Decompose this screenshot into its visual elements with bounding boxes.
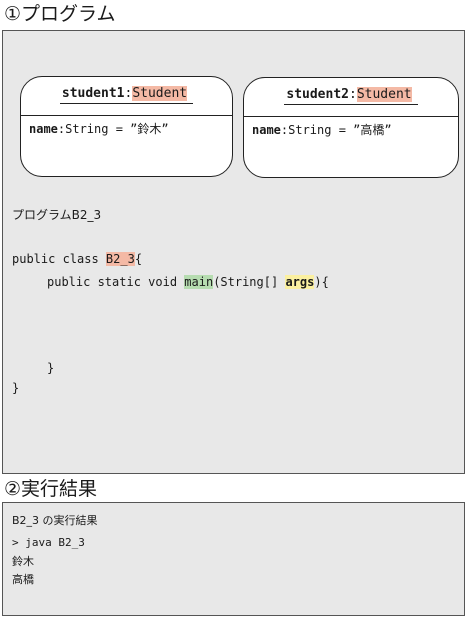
code-line-method-close: } <box>47 361 55 375</box>
object-box-student1: student1:Student name:String = ”鈴木” <box>20 76 233 177</box>
object-attribute: name:String = ”鈴木” <box>29 120 169 138</box>
code-line-main-method: public static void main(String[] args){ <box>47 273 329 291</box>
code-text: public static void <box>47 275 185 289</box>
result-command: > java B2_3 <box>12 536 85 549</box>
result-output-line: 鈴木 <box>12 555 34 568</box>
object-variable-name: student1 <box>61 86 125 101</box>
code-text: ){ <box>314 275 329 289</box>
code-line-class-close: } <box>12 381 20 395</box>
code-method-name: main <box>184 275 214 289</box>
object-class-name: Student <box>356 87 412 102</box>
object-variable-name: student2 <box>286 87 349 102</box>
result-output-line: 高橋 <box>12 573 34 586</box>
object-class-name: Student <box>132 86 188 101</box>
object-title: student2:Student <box>244 86 458 105</box>
program-heading: ①プログラム <box>4 3 116 25</box>
code-line-class-declaration: public class B2_3{ <box>12 250 142 268</box>
object-box-student2: student2:Student name:String = ”高橋” <box>243 77 459 178</box>
attribute-value: :String = ”鈴木” <box>57 122 169 136</box>
program-panel: student1:Student name:String = ”鈴木” stud… <box>2 30 465 474</box>
code-class-name: B2_3 <box>105 252 135 266</box>
result-panel: B2_3 の実行結果 > java B2_3 鈴木 高橋 <box>2 502 465 616</box>
code-text: public class <box>12 252 106 266</box>
attribute-value: :String = ”高橋” <box>280 123 392 137</box>
object-title: student1:Student <box>21 85 232 104</box>
code-text: { <box>134 252 143 266</box>
result-title: B2_3 の実行結果 <box>12 514 98 527</box>
result-heading: ②実行結果 <box>4 478 98 500</box>
object-divider <box>244 116 458 117</box>
object-colon: : <box>349 87 357 102</box>
code-args-name: args <box>285 275 315 289</box>
program-title: プログラムB2_3 <box>12 208 102 222</box>
object-attribute: name:String = ”高橋” <box>252 121 392 139</box>
attribute-name: name <box>29 122 58 136</box>
attribute-name: name <box>252 123 281 137</box>
code-text: (String[] <box>213 275 286 289</box>
object-divider <box>21 115 232 116</box>
